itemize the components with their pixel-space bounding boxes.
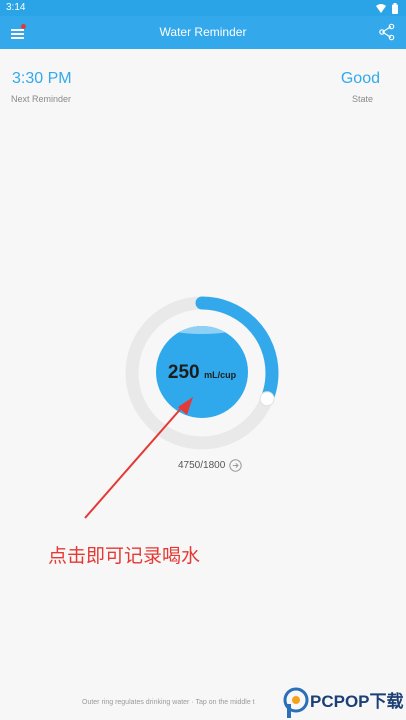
app-bar: Water Reminder <box>0 16 406 49</box>
state-label: State <box>351 94 373 104</box>
cup-value: 250 mL/cup <box>156 362 248 384</box>
status-time: 3:14 <box>6 2 26 13</box>
cup-unit: mL/cup <box>204 370 237 380</box>
ring-slider-knob[interactable] <box>259 391 275 407</box>
state-value: Good <box>340 70 380 87</box>
watermark-text: PCPOP下载 <box>310 691 404 711</box>
status-bar: 3:14 <box>0 0 406 16</box>
arrow-right-circle-icon[interactable] <box>229 458 242 472</box>
status-icons <box>376 2 398 14</box>
app-title: Water Reminder <box>159 25 247 39</box>
cup-wave <box>166 326 238 334</box>
share-button[interactable] <box>378 23 396 41</box>
battery-icon <box>392 2 398 14</box>
annotation-arrow <box>84 397 193 519</box>
share-icon <box>379 23 395 41</box>
next-reminder-time: 3:30 PM <box>12 70 72 87</box>
next-reminder-label: Next Reminder <box>11 94 72 104</box>
footer-hint: Outer ring regulates drinking water · Ta… <box>82 699 255 706</box>
watermark-logo: PCPOP下载 <box>283 687 404 718</box>
wifi-icon <box>376 3 386 13</box>
annotation-text: 点击即可记录喝水 <box>48 546 201 567</box>
cup-amount: 250 <box>167 362 200 383</box>
